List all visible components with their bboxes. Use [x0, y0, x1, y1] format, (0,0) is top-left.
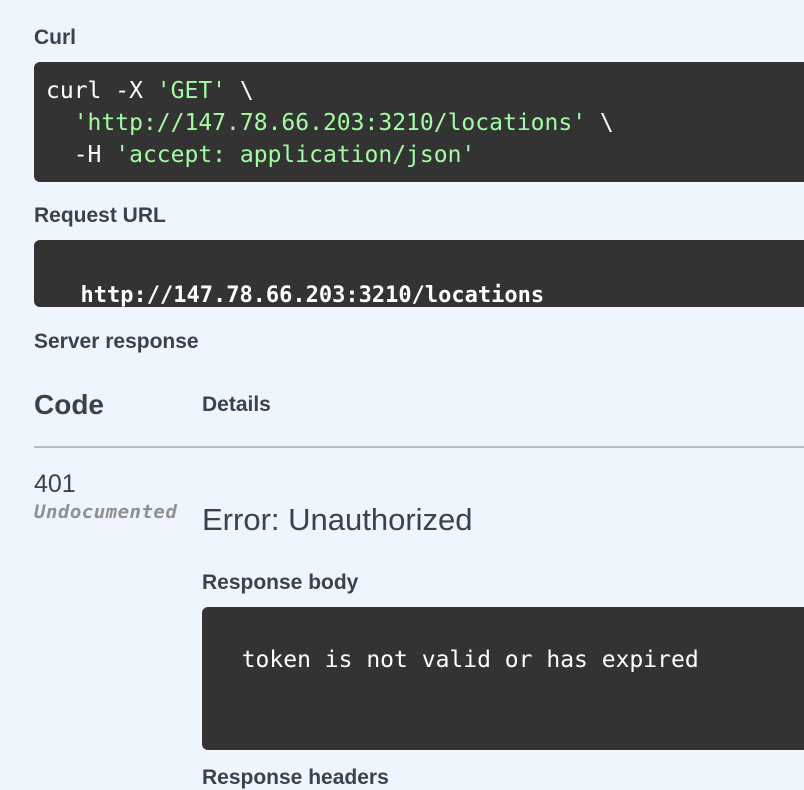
response-headers-label: Response headers — [202, 766, 389, 789]
curl-header-flag: -H — [46, 142, 116, 168]
curl-command: curl -X — [46, 78, 157, 104]
response-body-label: Response body — [202, 571, 359, 594]
curl-label: Curl — [34, 26, 76, 49]
curl-continuation: \ — [226, 78, 254, 104]
response-body-block[interactable]: token is not valid or has expired — [202, 607, 804, 750]
server-response-label: Server response — [34, 330, 199, 353]
curl-line-2: 'http://147.78.66.203:3210/locations' \ — [34, 107, 804, 139]
curl-indent — [46, 110, 74, 136]
code-column-header: Code — [34, 389, 104, 420]
request-url-value: http://147.78.66.203:3210/locations — [80, 283, 545, 307]
curl-accept-header: 'accept: application/json' — [115, 142, 476, 168]
curl-line-1: curl -X 'GET' \ — [34, 75, 804, 107]
curl-line-3: -H 'accept: application/json' — [34, 139, 804, 171]
request-url-label: Request URL — [34, 204, 166, 227]
curl-method: 'GET' — [156, 78, 227, 104]
curl-url: 'http://147.78.66.203:3210/locations' — [73, 110, 587, 136]
request-url-block[interactable]: http://147.78.66.203:3210/locations — [34, 240, 804, 307]
response-body-text: token is not valid or has expired — [241, 647, 699, 673]
table-divider — [34, 446, 804, 448]
response-status-code: 401 — [34, 470, 76, 498]
error-title: Error: Unauthorized — [202, 502, 473, 537]
curl-continuation: \ — [586, 110, 614, 136]
undocumented-note: Undocumented — [34, 501, 178, 523]
details-column-header: Details — [202, 393, 271, 416]
curl-code-block[interactable]: curl -X 'GET' \ 'http://147.78.66.203:32… — [34, 62, 804, 182]
